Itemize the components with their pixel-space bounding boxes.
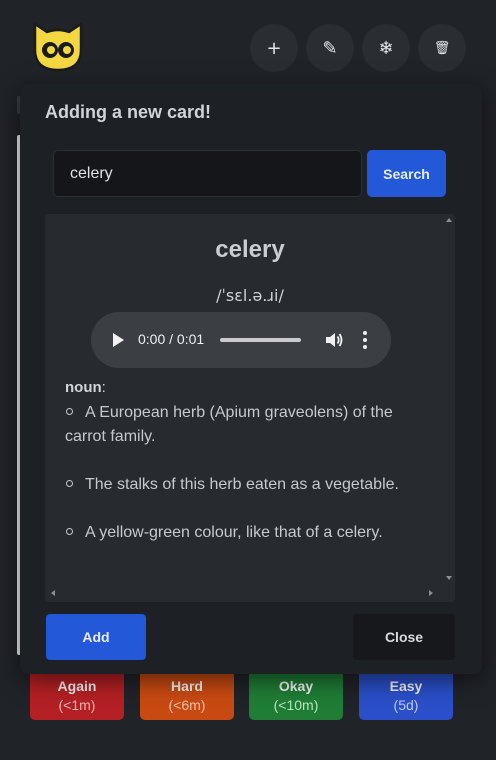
- bullet-icon: [66, 408, 73, 415]
- definition-text: A European herb (Apium graveolens) of th…: [65, 404, 393, 445]
- grade-okay-button[interactable]: Okay (<10m): [249, 668, 343, 720]
- add-button[interactable]: Add: [46, 614, 146, 660]
- audio-seek-slider[interactable]: [220, 338, 301, 342]
- dictionary-result-panel[interactable]: celery /ˈsɛl.ə.ɹi/ 0:00 / 0:01 noun: A E…: [45, 214, 455, 602]
- grade-interval: (<10m): [273, 697, 319, 713]
- more-options-icon[interactable]: [357, 328, 373, 352]
- bullet-icon: [66, 480, 73, 487]
- grade-label: Okay: [278, 678, 314, 694]
- list-item: The stalks of this herb eaten as a veget…: [65, 473, 430, 497]
- grade-interval: (<6m): [168, 697, 206, 713]
- search-button[interactable]: Search: [367, 150, 446, 197]
- grade-interval: (5d): [393, 697, 419, 713]
- modal-title: Adding a new card!: [45, 102, 212, 122]
- edit-card-button[interactable]: ✎: [306, 24, 354, 72]
- grade-label: Easy: [389, 678, 423, 694]
- search-input[interactable]: [53, 150, 362, 197]
- grade-easy-button[interactable]: Easy (5d): [359, 668, 453, 720]
- grade-interval: (<1m): [58, 697, 96, 713]
- volume-icon[interactable]: [324, 330, 344, 350]
- grade-label: Hard: [171, 678, 203, 694]
- app-logo-icon: [31, 20, 85, 74]
- plus-icon: +: [266, 37, 282, 59]
- scroll-right-arrow-icon[interactable]: [429, 590, 433, 596]
- snowflake-icon: ❄: [378, 37, 394, 59]
- delete-card-button[interactable]: 🗑: [418, 24, 466, 72]
- definition-list: A European herb (Apium graveolens) of th…: [65, 401, 430, 569]
- entry-pronunciation: /ˈsɛl.ə.ɹi/: [216, 286, 284, 305]
- scroll-down-arrow-icon[interactable]: [446, 576, 452, 580]
- definition-text: The stalks of this herb eaten as a veget…: [85, 476, 399, 493]
- close-button[interactable]: Close: [353, 614, 455, 660]
- entry-word: celery: [215, 236, 285, 263]
- scroll-left-arrow-icon[interactable]: [51, 590, 55, 596]
- audio-time: 0:00 / 0:01: [138, 331, 205, 347]
- add-card-modal: Adding a new card! Search celery /ˈsɛl.ə…: [20, 84, 482, 674]
- grade-label: Again: [57, 678, 97, 694]
- add-card-button[interactable]: +: [250, 24, 298, 72]
- grade-hard-button[interactable]: Hard (<6m): [140, 668, 234, 720]
- audio-player: 0:00 / 0:01: [91, 312, 391, 368]
- definition-text: A yellow-green colour, like that of a ce…: [85, 524, 383, 541]
- bullet-icon: [66, 528, 73, 535]
- play-icon[interactable]: [113, 333, 124, 347]
- part-of-speech: noun:: [65, 379, 106, 396]
- pencil-icon: ✎: [322, 37, 338, 59]
- trash-icon: 🗑: [433, 40, 451, 56]
- list-item: A European herb (Apium graveolens) of th…: [65, 401, 430, 449]
- freeze-card-button[interactable]: ❄: [362, 24, 410, 72]
- scroll-up-arrow-icon[interactable]: [446, 218, 452, 222]
- grade-again-button[interactable]: Again (<1m): [30, 668, 124, 720]
- list-item: A yellow-green colour, like that of a ce…: [65, 521, 430, 545]
